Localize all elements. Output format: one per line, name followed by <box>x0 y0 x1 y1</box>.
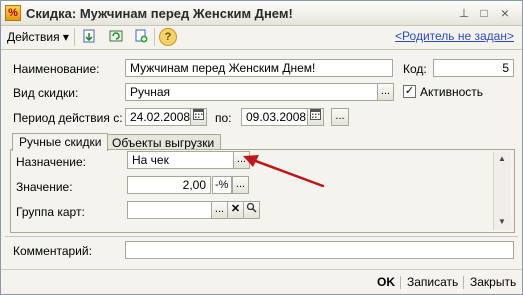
comment-label: Комментарий: <box>13 244 92 258</box>
title-bar: % Скидка: Мужчинам перед Женским Днем! ⊥… <box>1 1 522 26</box>
chevron-down-icon: ▾ <box>62 30 69 44</box>
parent-link[interactable]: <Родитель не задан> <box>395 29 514 43</box>
annotation-arrow <box>243 155 325 188</box>
scroll-up-icon[interactable]: ▲ <box>497 155 507 163</box>
name-field[interactable]: Мужчинам перед Женским Днем! <box>125 59 393 77</box>
discount-type-select-button[interactable]: ... <box>377 83 394 101</box>
search-icon[interactable] <box>243 201 260 219</box>
window-title: Скидка: Мужчинам перед Женским Днем! <box>26 6 293 21</box>
save-and-go-icon[interactable] <box>80 28 98 46</box>
ok-button[interactable]: OK <box>377 274 395 291</box>
period-label: Период действия с: <box>13 111 123 125</box>
active-label: Активность <box>420 85 484 99</box>
toolbar-divider <box>1 49 522 50</box>
period-from-field[interactable]: 24.02.2008 <box>125 108 191 126</box>
scroll-down-icon[interactable]: ▼ <box>497 218 507 226</box>
calendar-icon[interactable] <box>190 108 207 126</box>
period-to-label: по: <box>215 111 232 125</box>
card-group-label: Группа карт: <box>16 205 85 219</box>
active-checkbox[interactable]: ✓ <box>403 85 416 98</box>
tab-panel-scrollbar[interactable]: ▲ ▼ <box>493 152 511 230</box>
unit-field[interactable]: -% <box>212 176 232 194</box>
refresh-icon[interactable] <box>107 28 125 46</box>
discount-window: % Скидка: Мужчинам перед Женским Днем! ⊥… <box>0 0 523 295</box>
discount-app-icon: % <box>5 5 21 21</box>
clear-icon[interactable]: ✕ <box>227 201 244 219</box>
toolbar: Действия ▾ ? <Родитель не задан> <box>1 26 522 48</box>
purpose-label: Назначение: <box>16 155 87 169</box>
bottom-bar: OK Записать Закрыть <box>1 269 522 295</box>
new-copy-icon[interactable] <box>132 28 150 46</box>
code-field[interactable]: 5 <box>433 59 514 77</box>
name-label: Наименование: <box>13 62 100 76</box>
card-group-select-button[interactable]: ... <box>211 201 228 219</box>
button-separator <box>463 276 464 289</box>
purpose-field[interactable]: На чек <box>127 151 234 169</box>
toolbar-separator <box>74 28 75 46</box>
discount-type-field[interactable]: Ручная <box>125 83 378 101</box>
actions-menu[interactable]: Действия ▾ <box>7 29 69 45</box>
save-button[interactable]: Записать <box>407 274 458 291</box>
close-button[interactable]: Закрыть <box>470 274 516 291</box>
calendar-icon[interactable] <box>307 108 324 126</box>
toolbar-separator <box>154 28 155 46</box>
discount-type-label: Вид скидки: <box>13 86 79 100</box>
value-field[interactable]: 2,00 <box>127 176 211 194</box>
tab-manual-discounts[interactable]: Ручные скидки <box>12 133 109 151</box>
actions-menu-label: Действия <box>7 30 60 44</box>
button-separator <box>400 276 401 289</box>
value-label: Значение: <box>16 180 73 194</box>
code-label: Код: <box>403 62 427 76</box>
section-divider <box>5 236 518 237</box>
maximize-icon[interactable]: □ <box>477 6 491 20</box>
period-select-button[interactable]: ... <box>331 108 349 126</box>
card-group-field[interactable] <box>127 201 212 219</box>
comment-field[interactable] <box>125 241 514 259</box>
period-to-field[interactable]: 09.03.2008 <box>241 108 308 126</box>
pin-icon[interactable]: ⊥ <box>457 6 471 20</box>
help-icon[interactable]: ? <box>159 28 177 46</box>
close-icon[interactable]: × <box>498 6 512 20</box>
